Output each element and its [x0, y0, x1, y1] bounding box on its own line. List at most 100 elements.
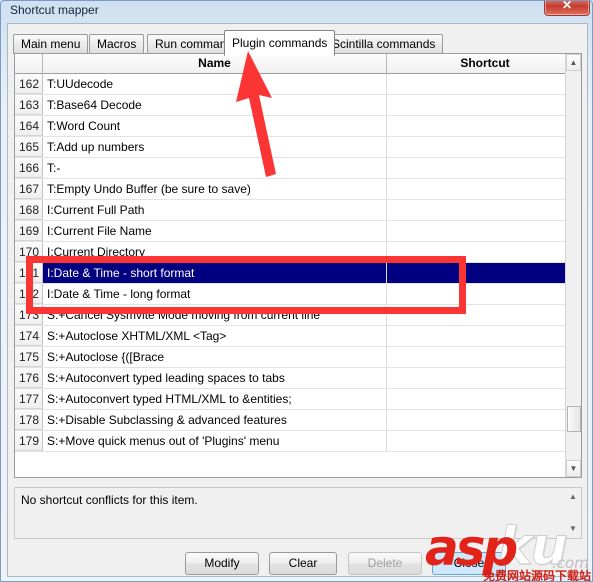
row-shortcut [387, 116, 567, 136]
table-row-selected[interactable]: 171 I:Date & Time - short format [15, 263, 567, 284]
clear-button[interactable]: Clear [269, 552, 337, 575]
row-name: I:Current File Name [43, 221, 387, 241]
row-shortcut [387, 137, 567, 157]
modify-button[interactable]: Modify [185, 552, 259, 575]
row-name: T:Base64 Decode [43, 95, 387, 115]
row-name: I:Date & Time - short format [43, 263, 387, 283]
button-bar: Modify Clear Delete Close [8, 547, 589, 577]
table-row[interactable]: 166 T:- [15, 158, 567, 179]
table-row[interactable]: 172 I:Date & Time - long format [15, 284, 567, 305]
row-shortcut [387, 263, 567, 283]
row-name: T:UUdecode [43, 74, 387, 94]
row-name: T:Add up numbers [43, 137, 387, 157]
shortcut-list[interactable]: Name Shortcut 162 T:UUdecode 163 T:Base6… [14, 53, 582, 478]
info-scroll-up-icon[interactable]: ▲ [566, 490, 580, 504]
row-name: S:+Autoconvert typed HTML/XML to &entiti… [43, 389, 387, 409]
table-row[interactable]: 168 I:Current Full Path [15, 200, 567, 221]
tab-scintilla-commands[interactable]: Scintilla commands [324, 34, 444, 54]
list-rows: 162 T:UUdecode 163 T:Base64 Decode 164 T… [15, 74, 567, 452]
row-shortcut [387, 200, 567, 220]
delete-button: Delete [348, 552, 422, 575]
row-index: 173 [15, 305, 43, 325]
column-header-index[interactable] [15, 54, 43, 74]
row-index: 168 [15, 200, 43, 220]
row-shortcut [387, 389, 567, 409]
row-index: 178 [15, 410, 43, 430]
table-row[interactable]: 179 S:+Move quick menus out of 'Plugins'… [15, 431, 567, 452]
row-index: 164 [15, 116, 43, 136]
list-header: Name Shortcut [15, 54, 581, 74]
table-row[interactable]: 170 I:Current Directory [15, 242, 567, 263]
conflict-info-text: No shortcut conflicts for this item. [21, 493, 198, 507]
column-header-shortcut[interactable]: Shortcut [387, 54, 581, 74]
row-shortcut [387, 221, 567, 241]
row-shortcut [387, 95, 567, 115]
row-name: S:+Autoclose XHTML/XML <Tag> [43, 326, 387, 346]
close-button[interactable]: Close [432, 552, 506, 575]
table-row[interactable]: 176 S:+Autoconvert typed leading spaces … [15, 368, 567, 389]
row-shortcut [387, 368, 567, 388]
row-name: S:+Move quick menus out of 'Plugins' men… [43, 431, 387, 451]
row-index: 166 [15, 158, 43, 178]
row-shortcut [387, 305, 567, 325]
row-index: 172 [15, 284, 43, 304]
info-scroll-down-icon[interactable]: ▼ [566, 522, 580, 536]
row-shortcut [387, 326, 567, 346]
row-index: 167 [15, 179, 43, 199]
scroll-up-arrow-icon[interactable]: ▲ [566, 54, 581, 71]
table-row[interactable]: 162 T:UUdecode [15, 74, 567, 95]
table-row[interactable]: 173 S:+Cancel Sysmvite Mode moving from … [15, 305, 567, 326]
window-close-button[interactable]: ✕ [544, 1, 590, 16]
dialog-client-area: Main menu Macros Run commands Plugin com… [7, 23, 588, 577]
row-name: S:+Disable Subclassing & advanced featur… [43, 410, 387, 430]
window-title: Shortcut mapper [10, 3, 99, 17]
scrollbar-thumb[interactable] [567, 406, 581, 432]
row-index: 170 [15, 242, 43, 262]
tab-main-menu[interactable]: Main menu [13, 34, 89, 54]
row-name: I:Current Full Path [43, 200, 387, 220]
row-index: 163 [15, 95, 43, 115]
table-row[interactable]: 163 T:Base64 Decode [15, 95, 567, 116]
row-index: 177 [15, 389, 43, 409]
row-name: I:Current Directory [43, 242, 387, 262]
list-scrollbar[interactable]: ▲ ▼ [565, 54, 581, 477]
table-row[interactable]: 169 I:Current File Name [15, 221, 567, 242]
row-name: T:Word Count [43, 116, 387, 136]
row-index: 179 [15, 431, 43, 451]
table-row[interactable]: 177 S:+Autoconvert typed HTML/XML to &en… [15, 389, 567, 410]
row-shortcut [387, 284, 567, 304]
column-header-name[interactable]: Name [43, 54, 387, 74]
table-row[interactable]: 175 S:+Autoclose {([Brace [15, 347, 567, 368]
row-index: 169 [15, 221, 43, 241]
row-name: S:+Autoconvert typed leading spaces to t… [43, 368, 387, 388]
row-index: 162 [15, 74, 43, 94]
table-row[interactable]: 174 S:+Autoclose XHTML/XML <Tag> [15, 326, 567, 347]
row-index: 175 [15, 347, 43, 367]
row-shortcut [387, 347, 567, 367]
info-scrollbar[interactable]: ▲ ▼ [565, 488, 581, 538]
scroll-down-arrow-icon[interactable]: ▼ [566, 460, 581, 477]
table-row[interactable]: 164 T:Word Count [15, 116, 567, 137]
row-shortcut [387, 158, 567, 178]
title-bar: Shortcut mapper ✕ [1, 1, 592, 23]
table-row[interactable]: 167 T:Empty Undo Buffer (be sure to save… [15, 179, 567, 200]
tab-plugin-commands[interactable]: Plugin commands [224, 30, 336, 56]
row-shortcut [387, 179, 567, 199]
row-index: 176 [15, 368, 43, 388]
row-shortcut [387, 242, 567, 262]
shortcut-mapper-window: Shortcut mapper ✕ Main menu Macros Run c… [0, 0, 593, 582]
row-name: T:- [43, 158, 387, 178]
conflict-info-panel: No shortcut conflicts for this item. ▲ ▼ [14, 487, 582, 539]
row-index: 174 [15, 326, 43, 346]
row-name: I:Date & Time - long format [43, 284, 387, 304]
row-name: S:+Autoclose {([Brace [43, 347, 387, 367]
row-shortcut [387, 74, 567, 94]
row-name: S:+Cancel Sysmvite Mode moving from curr… [43, 305, 387, 325]
row-shortcut [387, 431, 567, 451]
row-index: 171 [15, 263, 43, 283]
table-row[interactable]: 165 T:Add up numbers [15, 137, 567, 158]
table-row[interactable]: 178 S:+Disable Subclassing & advanced fe… [15, 410, 567, 431]
row-name: T:Empty Undo Buffer (be sure to save) [43, 179, 387, 199]
tab-strip: Main menu Macros Run commands Plugin com… [13, 30, 583, 56]
tab-macros[interactable]: Macros [89, 34, 145, 54]
